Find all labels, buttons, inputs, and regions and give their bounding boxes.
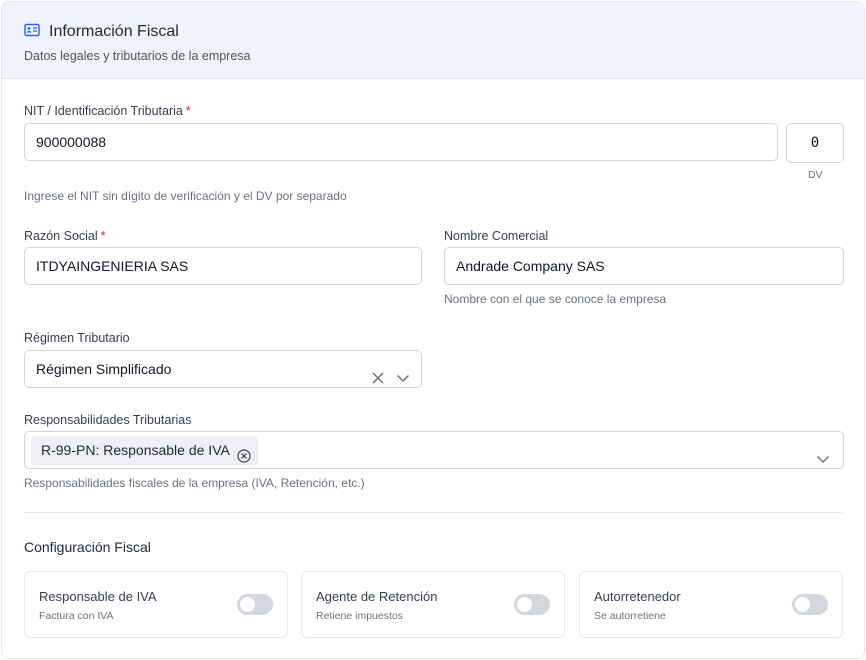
toggle-title: Autorretenedor	[594, 589, 681, 604]
nombre-comercial-input[interactable]: Andrade Company SAS	[444, 247, 844, 285]
razon-social-label: Razón Social *	[24, 228, 106, 244]
required-mark: *	[185, 104, 191, 118]
toggle-card-iva: Responsable de IVA Factura con IVA	[24, 571, 288, 638]
agente-retencion-toggle[interactable]	[514, 594, 550, 615]
nombre-comercial-help: Nombre con el que se conoce la empresa	[444, 292, 667, 306]
regimen-select[interactable]: Régimen Simplificado	[24, 350, 422, 388]
dv-caption: DV	[808, 169, 823, 181]
chevron-down-icon[interactable]	[396, 362, 410, 383]
required-mark: *	[100, 229, 106, 243]
toggle-knob	[795, 597, 810, 612]
nit-help-text: Ingrese el NIT sin dígito de verificació…	[24, 189, 347, 203]
clear-icon[interactable]	[371, 362, 385, 384]
regimen-selected-value: Régimen Simplificado	[36, 361, 172, 377]
autorretenedor-toggle[interactable]	[792, 594, 828, 615]
toggle-title: Responsable de IVA	[39, 589, 157, 604]
responsabilidad-chip: R-99-PN: Responsable de IVA	[31, 436, 258, 465]
responsabilidades-multiselect[interactable]: R-99-PN: Responsable de IVA	[24, 431, 844, 469]
toggle-subtitle: Factura con IVA	[39, 610, 114, 622]
id-card-icon	[24, 23, 40, 37]
toggle-title: Agente de Retención	[316, 589, 438, 604]
chip-label: R-99-PN: Responsable de IVA	[41, 442, 230, 458]
card-header: Información Fiscal Datos legales y tribu…	[2, 2, 864, 79]
responsable-iva-toggle[interactable]	[237, 594, 273, 615]
chevron-down-icon[interactable]	[816, 443, 830, 464]
toggle-subtitle: Retiene impuestos	[316, 610, 403, 622]
nit-input[interactable]: 900000088	[24, 123, 778, 161]
responsabilidades-label: Responsabilidades Tributarias	[24, 413, 192, 427]
razon-social-label-text: Razón Social	[24, 229, 98, 243]
dv-input[interactable]: 0	[786, 123, 844, 163]
nit-label: NIT / Identificación Tributaria *	[24, 103, 191, 119]
regimen-label: Régimen Tributario	[24, 331, 130, 345]
toggle-card-retencion: Agente de Retención Retiene impuestos	[301, 571, 565, 638]
config-section-title: Configuración Fiscal	[24, 539, 151, 555]
fiscal-info-card: Información Fiscal Datos legales y tribu…	[1, 1, 865, 659]
remove-circle-icon[interactable]	[237, 444, 251, 463]
nit-label-text: NIT / Identificación Tributaria	[24, 104, 183, 118]
section-divider	[24, 512, 842, 513]
responsabilidades-help: Responsabilidades fiscales de la empresa…	[24, 476, 365, 490]
toggle-knob	[240, 597, 255, 612]
toggle-subtitle: Se autorretiene	[594, 610, 666, 622]
nombre-comercial-label: Nombre Comercial	[444, 229, 549, 243]
toggle-knob	[517, 597, 532, 612]
razon-social-input[interactable]: ITDYAINGENIERIA SAS	[24, 247, 422, 285]
page-title: Información Fiscal	[49, 23, 179, 40]
toggle-card-autorretenedor: Autorretenedor Se autorretiene	[579, 571, 843, 638]
page-subtitle: Datos legales y tributarios de la empres…	[24, 49, 251, 63]
